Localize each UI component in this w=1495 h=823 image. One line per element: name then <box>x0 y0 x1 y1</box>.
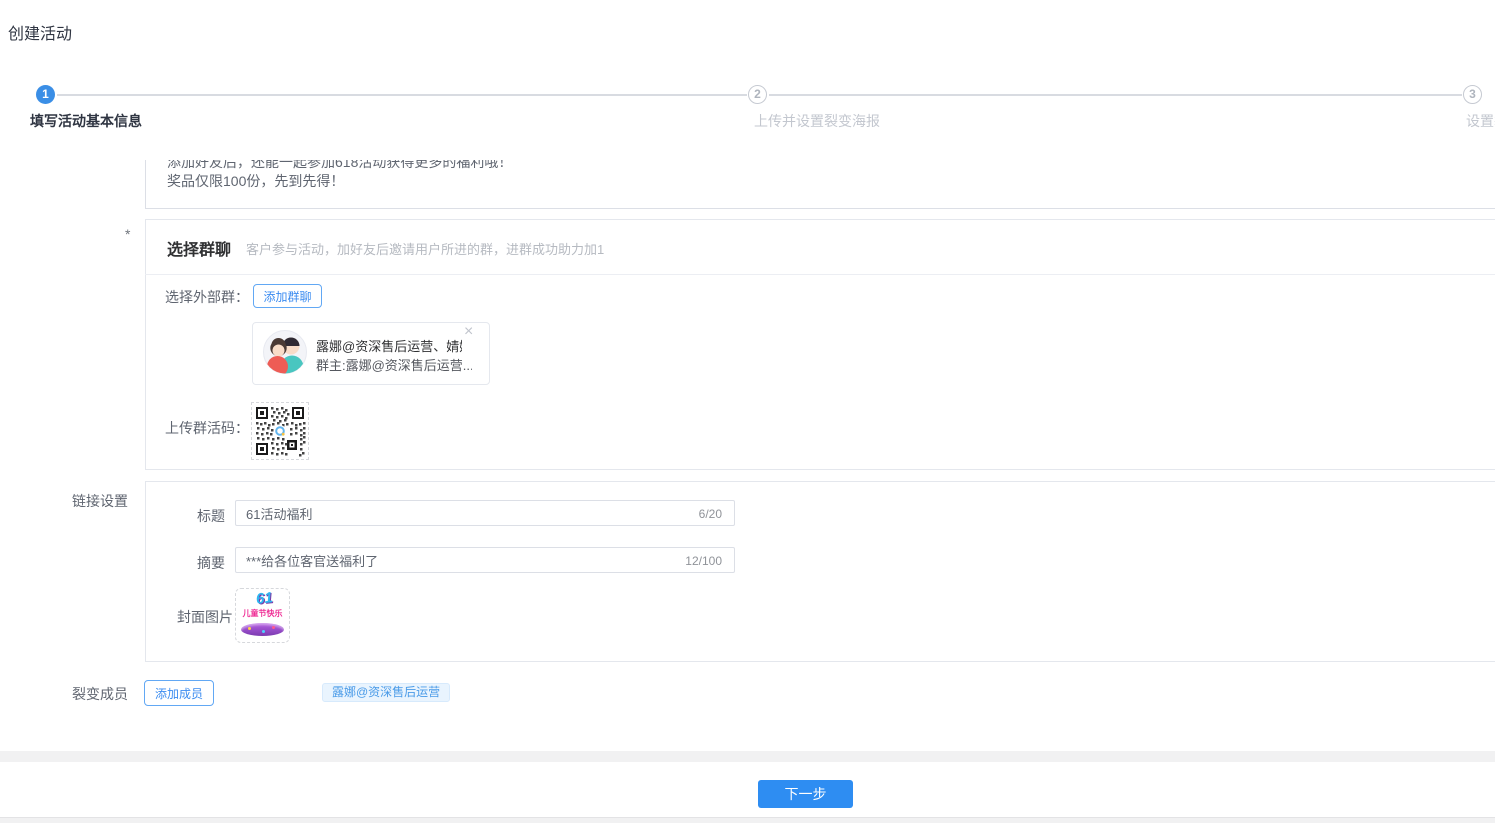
step-1-indicator: 1 <box>36 85 55 104</box>
footer-separator-band <box>0 751 1495 762</box>
cover-dot <box>262 630 265 633</box>
page-title: 创建活动 <box>8 20 72 44</box>
section-divider <box>145 274 1495 275</box>
cover-dot <box>272 626 275 629</box>
step-3-number: 3 <box>1469 87 1476 101</box>
cover-number: 61 <box>255 589 273 608</box>
member-tag: 露娜@资深售后运营 <box>322 683 450 702</box>
step-2-label: 上传并设置裂变海报 <box>754 111 880 131</box>
title-input[interactable] <box>236 501 666 525</box>
title-input-box: 6/20 <box>235 500 735 526</box>
step-2-number: 2 <box>754 87 761 101</box>
summary-input-box: 12/100 <box>235 547 735 573</box>
add-group-chat-button[interactable]: 添加群聊 <box>253 284 322 308</box>
group-name: 露娜@资深售后运营、婧婧... <box>316 336 462 355</box>
qr-code-image <box>254 405 306 457</box>
add-member-button[interactable]: 添加成员 <box>144 680 214 706</box>
cover-caption: 儿童节快乐 <box>236 608 289 619</box>
group-avatar <box>262 329 308 375</box>
link-settings-label: 链接设置 <box>72 491 128 511</box>
qr-upload-label: 上传群活码： <box>165 418 249 438</box>
step-2-indicator: 2 <box>748 85 767 104</box>
group-chat-section-title: 选择群聊 <box>167 236 231 260</box>
cover-image-box[interactable]: 61 儿童节快乐 <box>235 588 290 643</box>
external-group-label: 选择外部群： <box>165 287 249 307</box>
required-mark: * <box>125 226 130 242</box>
step-3-indicator: 3 <box>1463 85 1482 104</box>
group-owner: 群主:露娜@资深售后运营... <box>316 355 472 374</box>
qr-upload-box[interactable] <box>251 402 309 460</box>
group-chat-section-description: 客户参与活动，加好友后邀请用户所进的群，进群成功助力加1 <box>246 239 604 258</box>
welcome-message-field: 添加好友后，还能一起参加618活动获得更多的福利哦！ 奖品仅限100份，先到先得… <box>145 160 1495 209</box>
next-step-button[interactable]: 下一步 <box>758 780 853 808</box>
step-connector-1 <box>57 94 747 96</box>
fission-members-label: 裂变成员 <box>72 684 128 704</box>
summary-label: 摘要 <box>165 553 225 573</box>
step-1-label: 填写活动基本信息 <box>30 111 142 131</box>
cover-dot <box>248 627 251 630</box>
step-1-number: 1 <box>42 87 49 101</box>
welcome-message-textarea[interactable]: 添加好友后，还能一起参加618活动获得更多的福利哦！ 奖品仅限100份，先到先得… <box>146 160 1495 209</box>
cover-image-preview: 61 儿童节快乐 <box>236 589 289 642</box>
title-label: 标题 <box>165 506 225 526</box>
step-3-label: 设置裂 <box>1466 111 1495 131</box>
title-counter: 6/20 <box>699 507 722 521</box>
create-activity-page: 创建活动 1 2 3 填写活动基本信息 上传并设置裂变海报 设置裂 添加好友后，… <box>0 0 1495 823</box>
bottom-strip <box>0 817 1495 823</box>
summary-counter: 12/100 <box>685 554 722 568</box>
step-connector-2 <box>769 94 1462 96</box>
remove-group-icon[interactable]: × <box>464 324 473 340</box>
summary-input[interactable] <box>236 548 666 572</box>
cover-image-label: 封面图片 <box>165 607 233 627</box>
